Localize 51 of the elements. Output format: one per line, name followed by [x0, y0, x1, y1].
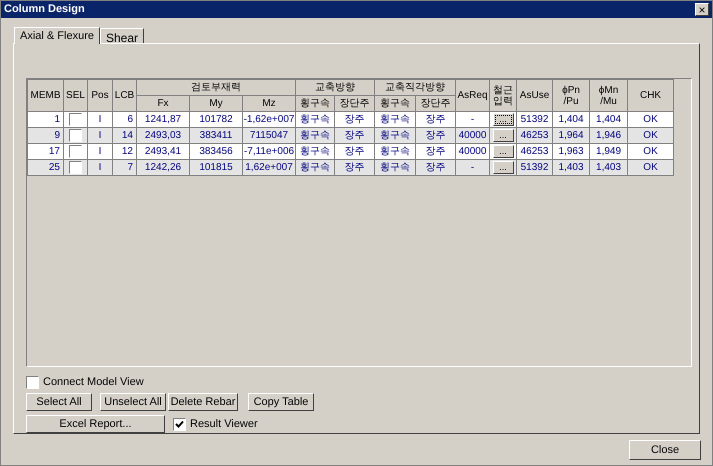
column-header: Pos: [88, 80, 112, 112]
fx-cell: 1242,26: [136, 160, 190, 176]
column-type-cell: 장주: [334, 160, 375, 176]
load-case-cell: 7: [112, 160, 136, 176]
column-header: MEMB: [28, 80, 64, 112]
column-header: 장단주: [334, 96, 375, 112]
column-type-cell: 장주: [416, 160, 456, 176]
as-used-cell: 51392: [516, 160, 553, 176]
checkbox-label: Connect Model View: [43, 374, 144, 390]
column-header: LCB: [112, 80, 136, 112]
tab[interactable]: Shear: [100, 28, 144, 43]
rebar-input-button[interactable]: ...: [492, 113, 514, 126]
column-header: My: [190, 96, 242, 112]
column-header: 교축방향: [296, 80, 375, 96]
tab[interactable]: Axial & Flexure: [14, 27, 100, 44]
my-cell: 101815: [190, 160, 242, 176]
as-required-cell: -: [456, 160, 490, 176]
column-header: CHK: [628, 80, 674, 112]
close-dialog-button[interactable]: Close: [629, 440, 701, 460]
button[interactable]: Delete Rebar: [168, 393, 238, 411]
column-header: ϕPn /Pu: [552, 80, 590, 112]
column-header: 횡구속: [374, 96, 416, 112]
check-cell: OK: [628, 160, 674, 176]
column-header: AsReq: [456, 80, 490, 112]
column-header: 교축직각방향: [374, 80, 456, 96]
column-header: 철근입력: [490, 80, 517, 112]
column-header: 횡구속: [296, 96, 335, 112]
restraint-cell: 횡구속: [374, 160, 416, 176]
restraint-cell: 횡구속: [296, 160, 335, 176]
column-header: 검토부재력: [136, 80, 296, 96]
mz-cell: 1,62e+007: [242, 160, 296, 176]
button[interactable]: Unselect All: [100, 393, 166, 411]
mn-ratio-cell: 1,403: [590, 160, 628, 176]
column-header: ϕMn /Mu: [590, 80, 628, 112]
pn-ratio-cell: 1,403: [552, 160, 590, 176]
rebar-input-button[interactable]: ...: [492, 161, 514, 174]
close-button[interactable]: ×: [695, 3, 709, 16]
column-header: Mz: [242, 96, 296, 112]
button[interactable]: Copy Table: [248, 393, 314, 411]
button[interactable]: Select All: [26, 393, 92, 411]
excel-report-button[interactable]: Excel Report...: [26, 415, 165, 433]
position-cell: I: [88, 160, 112, 176]
checkbox-label: Result Viewer: [190, 416, 258, 432]
column-header: AsUse: [516, 80, 553, 112]
window-title: Column Design: [4, 2, 85, 18]
rebar-input-button[interactable]: ...: [492, 145, 514, 158]
rebar-input-button[interactable]: ...: [492, 129, 514, 142]
column-header: 장단주: [416, 96, 456, 112]
column-header: SEL: [64, 80, 88, 112]
column-header: Fx: [136, 96, 190, 112]
member-cell: 25: [28, 160, 64, 176]
